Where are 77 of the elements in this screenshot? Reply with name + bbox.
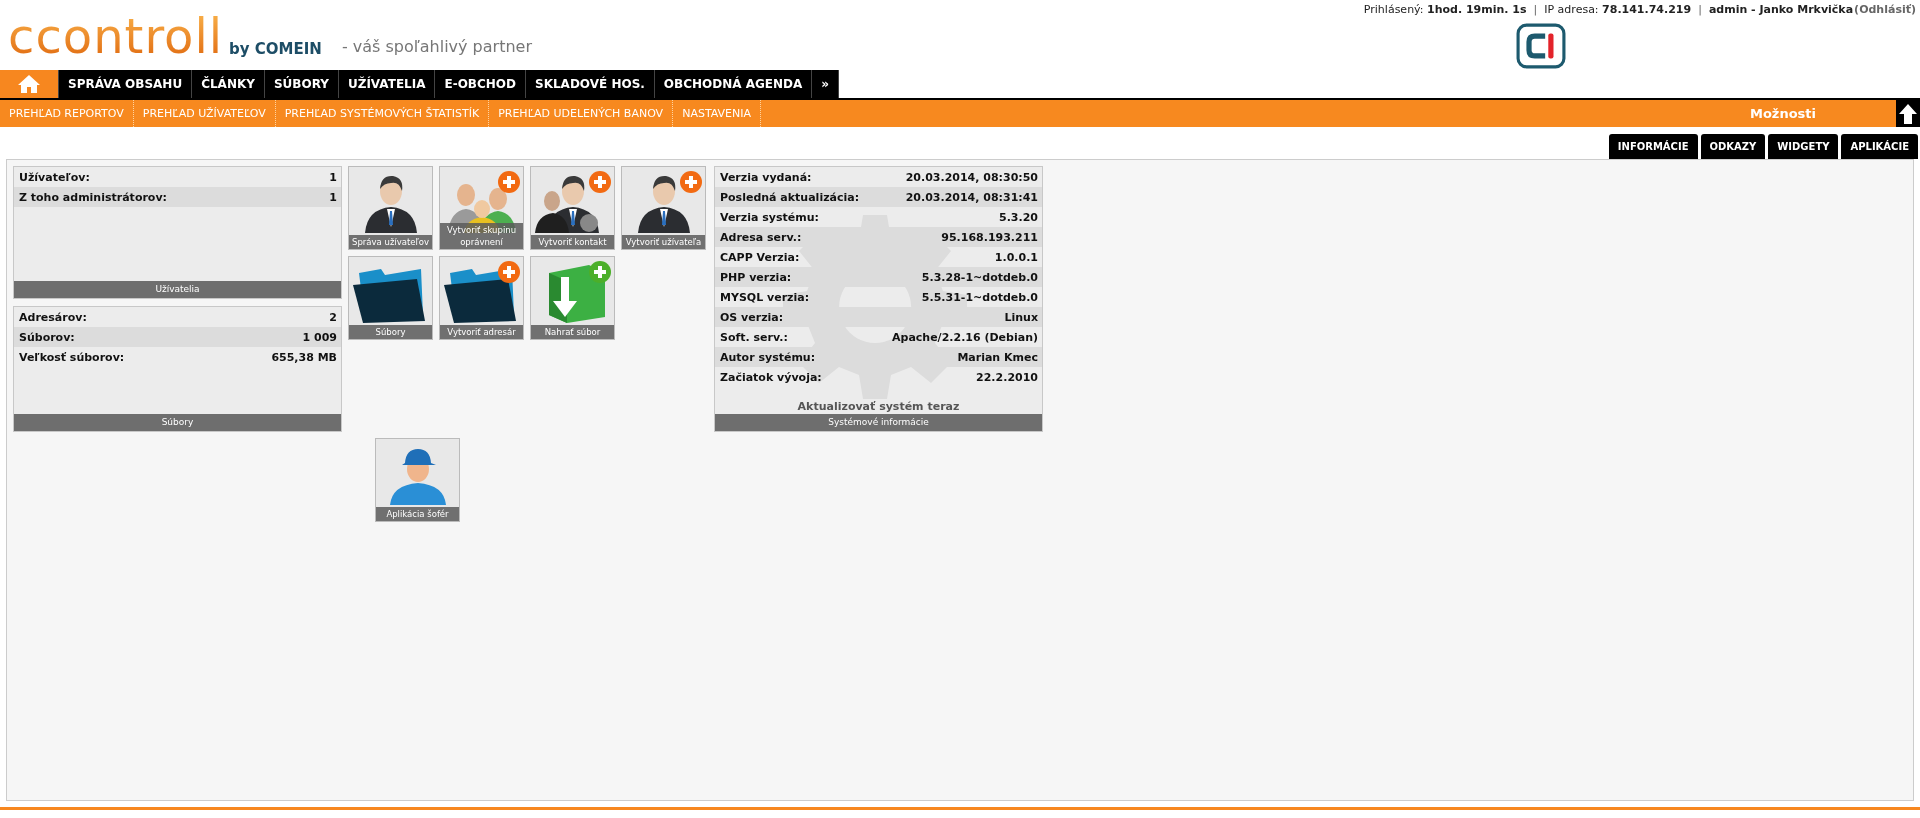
stat-value: 655,38 MB xyxy=(271,350,337,364)
tile-label: Vytvoriť kontakt xyxy=(531,235,614,249)
stat-value: 1 xyxy=(329,170,337,184)
session-info: Prihlásený: 1hod. 19min. 1s xyxy=(1363,3,1527,16)
tile-label: Správa užívateľov xyxy=(349,235,432,249)
info-label: Začiatok vývoja: xyxy=(720,370,822,384)
tile-label: Nahrať súbor xyxy=(531,325,614,339)
shortcut-tile[interactable]: Správa užívateľov xyxy=(348,166,433,250)
home-icon xyxy=(17,74,41,94)
stat-value: 2 xyxy=(329,310,337,324)
stat-label: Adresárov: xyxy=(19,310,87,324)
info-label: CAPP Verzia: xyxy=(720,250,800,264)
tab[interactable]: ODKAZY xyxy=(1700,134,1766,159)
session-info: IP adresa: 78.141.74.219 xyxy=(1544,3,1692,16)
separator: | xyxy=(1698,3,1702,16)
separator: | xyxy=(1533,3,1538,16)
nav-tab[interactable]: SKLADOVÉ HOS. xyxy=(526,70,655,98)
info-value: Apache/2.2.16 (Debian) xyxy=(892,330,1038,344)
nav-tab[interactable]: E-OBCHOD xyxy=(435,70,527,98)
shortcut-tile[interactable]: Nahrať súbor xyxy=(530,256,615,340)
widget-footer: Užívatelia xyxy=(14,281,341,298)
tab[interactable]: WIDGETY xyxy=(1768,134,1839,159)
nav-tab[interactable]: UŽÍVATELIA xyxy=(338,70,436,98)
nav-tab[interactable]: SÚBORY xyxy=(264,70,339,98)
stat-label: Veľkosť súborov: xyxy=(19,350,125,364)
shortcut-tile[interactable]: Vytvoriť adresár xyxy=(439,256,524,340)
info-value: 5.3.28-1~dotdeb.0 xyxy=(921,270,1038,284)
info-label: Autor systému: xyxy=(720,350,816,364)
tagline: - váš spoľahlivý partner xyxy=(340,37,532,58)
tile-label: Vytvoriť skupinu oprávnení xyxy=(440,223,523,249)
info-label: Soft. serv.: xyxy=(720,330,788,344)
info-value: 5.5.31-1~dotdeb.0 xyxy=(921,290,1038,304)
widget-footer: Systémové informácie xyxy=(715,414,1042,431)
tile-label: Vytvoriť užívateľa xyxy=(622,235,705,249)
info-label: OS verzia: xyxy=(720,310,784,324)
update-system-link[interactable]: Aktualizovať systém teraz xyxy=(715,400,1042,414)
stat-value: 1 009 xyxy=(302,330,337,344)
scroll-up-button[interactable] xyxy=(1896,100,1920,127)
stat-label: Z toho administrátorov: xyxy=(19,190,167,204)
info-label: Adresa serv.: xyxy=(720,230,802,244)
info-value: Marian Kmec xyxy=(957,350,1038,364)
widget-footer: Súbory xyxy=(14,414,341,431)
info-label: MYSQL verzia: xyxy=(720,290,810,304)
logout-link[interactable]: (Odhlásiť) xyxy=(1854,3,1916,16)
app-tile[interactable]: Aplikácia šofér xyxy=(375,438,460,522)
info-value: 20.03.2014, 08:30:50 xyxy=(905,170,1038,184)
shortcut-tile[interactable]: Vytvoriť skupinu oprávnení xyxy=(439,166,524,250)
info-value: 5.3.20 xyxy=(999,210,1038,224)
info-value: 22.2.2010 xyxy=(976,370,1038,384)
nav-tab[interactable]: SPRÁVA OBSAHU xyxy=(59,70,193,98)
info-value: Linux xyxy=(1004,310,1038,324)
shortcut-tile[interactable]: Vytvoriť užívateľa xyxy=(621,166,706,250)
up-arrow-icon xyxy=(1898,102,1918,125)
tile-label: Aplikácia šofér xyxy=(376,507,459,521)
logo-byline: by COMEIN xyxy=(229,40,322,60)
shortcut-tile[interactable]: Súbory xyxy=(348,256,433,340)
info-value: 1.0.0.1 xyxy=(994,250,1038,264)
user-name: admin - Janko Mrkvička xyxy=(1708,3,1854,16)
tab[interactable]: INFORMÁCIE xyxy=(1608,134,1698,159)
info-value: 95.168.193.211 xyxy=(941,230,1038,244)
nav-tab[interactable]: OBCHODNÁ AGENDA xyxy=(654,70,813,98)
info-value: 20.03.2014, 08:31:41 xyxy=(905,190,1038,204)
stat-value: 1 xyxy=(329,190,337,204)
options-label: Možnosti xyxy=(1749,106,1816,121)
tile-label: Súbory xyxy=(349,325,432,339)
tile-label: Vytvoriť adresár xyxy=(440,325,523,339)
info-label: Verzia systému: xyxy=(720,210,819,224)
info-label: Verzia vydaná: xyxy=(720,170,812,184)
stat-label: Súborov: xyxy=(19,330,75,344)
tab[interactable]: APLIKÁCIE xyxy=(1841,134,1918,159)
nav-tab[interactable]: » xyxy=(812,70,840,98)
info-label: PHP verzia: xyxy=(720,270,792,284)
info-label: Posledná aktualizácia: xyxy=(720,190,860,204)
nav-tab[interactable]: ČLÁNKY xyxy=(192,70,265,98)
logo-icon xyxy=(1516,23,1566,69)
stat-label: Užívateľov: xyxy=(19,170,90,184)
shortcut-tile[interactable]: Vytvoriť kontakt xyxy=(530,166,615,250)
